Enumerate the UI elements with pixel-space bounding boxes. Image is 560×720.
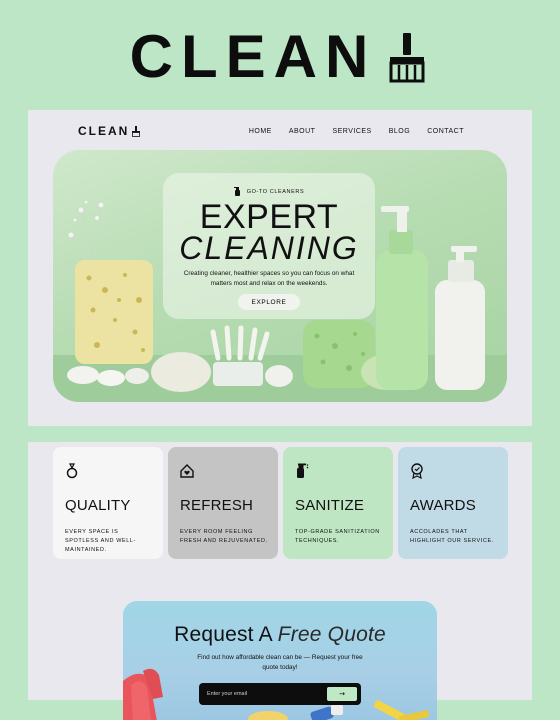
feature-cards: QUALITY EVERY SPACE IS SPOTLESS AND WELL…	[53, 447, 508, 559]
quote-form: →	[199, 683, 361, 705]
quote-title-italic: Free Quote	[277, 623, 386, 646]
home-heart-icon	[180, 464, 194, 478]
quote-title-plain: Request A	[174, 623, 272, 646]
hero-description: Creating cleaner, healthier spaces so yo…	[183, 270, 355, 287]
hero-title-line2: CLEANING	[179, 230, 359, 266]
feature-desc: EVERY SPACE IS SPOTLESS AND WELL-MAINTAI…	[65, 529, 137, 553]
spray-bottle-icon	[233, 187, 240, 196]
quote-section: Request A Free Quote Find out how afford…	[123, 601, 437, 720]
hero-kicker: GO-TO CLEANERS	[163, 187, 375, 196]
main-menu: HOME ABOUT SERVICES BLOG CONTACT	[249, 128, 464, 135]
spray-bottle-icon	[297, 463, 309, 478]
site-logo[interactable]: CLEAN	[78, 124, 141, 138]
hero-banner: GO-TO CLEANERS EXPERT CLEANING Creating …	[53, 150, 507, 402]
hero-card: GO-TO CLEANERS EXPERT CLEANING Creating …	[163, 173, 375, 319]
feature-title: AWARDS	[410, 497, 476, 514]
nav-home[interactable]: HOME	[249, 128, 272, 135]
submit-arrow-button[interactable]: →	[327, 687, 357, 701]
feature-card-awards[interactable]: AWARDS ACCOLADES THAT HIGHLIGHT OUR SERV…	[398, 447, 508, 559]
nav-blog[interactable]: BLOG	[389, 128, 410, 135]
nav-services[interactable]: SERVICES	[332, 128, 371, 135]
site-logo-text: CLEAN	[78, 124, 130, 138]
hero-kicker-text: GO-TO CLEANERS	[246, 188, 305, 195]
website-hero-panel: CLEAN HOME ABOUT SERVICES BLOG CONTACT G…	[28, 110, 532, 426]
quote-description: Find out how affordable clean can be — R…	[197, 654, 363, 671]
nav-contact[interactable]: CONTACT	[427, 128, 464, 135]
feature-card-refresh[interactable]: REFRESH EVERY ROOM FEELING FRESH AND REJ…	[168, 447, 278, 559]
award-badge-icon	[411, 463, 423, 479]
brand-title: CLEAN	[129, 23, 377, 90]
nav-about[interactable]: ABOUT	[289, 128, 316, 135]
feature-desc: EVERY ROOM FEELING FRESH AND REJUVENATED…	[180, 529, 268, 544]
broom-logo-icon	[132, 125, 141, 137]
website-features-panel: QUALITY EVERY SPACE IS SPOTLESS AND WELL…	[28, 442, 532, 720]
feature-title: REFRESH	[180, 497, 254, 514]
feature-title: QUALITY	[65, 497, 131, 514]
site-navbar: CLEAN HOME ABOUT SERVICES BLOG CONTACT	[78, 124, 464, 138]
feature-card-sanitize[interactable]: SANITIZE TOP-GRADE SANITIZATION TECHNIQU…	[283, 447, 393, 559]
feature-desc: TOP-GRADE SANITIZATION TECHNIQUES.	[295, 529, 380, 544]
feature-desc: ACCOLADES THAT HIGHLIGHT OUR SERVICE.	[410, 529, 494, 544]
hero-title-line1: EXPERT	[199, 198, 339, 236]
quote-title: Request A Free Quote	[123, 623, 437, 647]
broom-icon	[389, 33, 425, 83]
email-input[interactable]	[207, 687, 325, 701]
brand-header: CLEAN	[0, 24, 560, 90]
feature-title: SANITIZE	[295, 497, 365, 514]
feature-card-quality[interactable]: QUALITY EVERY SPACE IS SPOTLESS AND WELL…	[53, 447, 163, 559]
hand-bell-icon	[66, 463, 78, 479]
explore-button[interactable]: EXPLORE	[238, 294, 300, 310]
